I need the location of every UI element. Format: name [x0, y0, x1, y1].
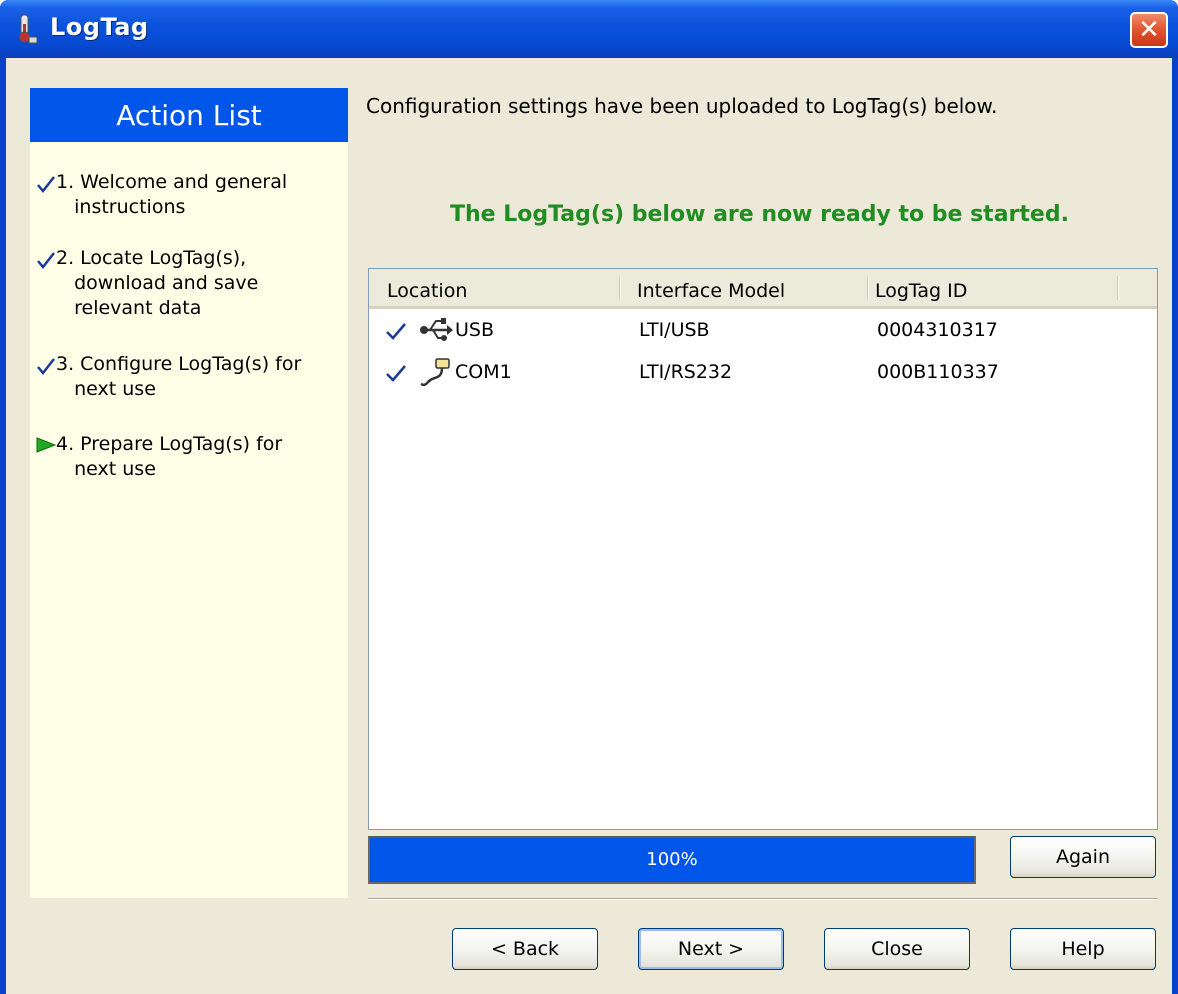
step-label: 1. Welcome and general instructions — [56, 171, 288, 218]
column-header-location[interactable]: Location — [387, 269, 467, 306]
interface-cell: LTI/USB — [639, 319, 710, 341]
help-button[interactable]: Help — [1010, 928, 1156, 970]
action-list-panel: Action List 1. Welcome and general instr… — [30, 88, 348, 898]
logtag-id-cell: 0004310317 — [877, 319, 998, 341]
column-header-logtag-id[interactable]: LogTag ID — [875, 269, 967, 306]
column-header-interface-model[interactable]: Interface Model — [637, 269, 785, 306]
close-icon: ✕ — [1138, 15, 1160, 45]
logtag-list[interactable]: Location Interface Model LogTag ID USB L… — [368, 268, 1158, 830]
back-button[interactable]: < Back — [452, 928, 598, 970]
list-header: Location Interface Model LogTag ID — [369, 269, 1157, 309]
checkmark-icon — [37, 176, 55, 193]
table-row[interactable]: USB LTI/USB 0004310317 — [369, 309, 1157, 351]
step-label: 4. Prepare LogTag(s) for next use — [56, 433, 283, 480]
usb-icon — [420, 318, 453, 341]
close-window-button[interactable]: ✕ — [1130, 12, 1168, 48]
checkmark-icon — [386, 323, 406, 340]
logtag-app-icon — [19, 14, 38, 44]
next-button[interactable]: Next > — [638, 928, 784, 970]
action-list-header: Action List — [30, 88, 348, 142]
checkmark-icon — [386, 365, 406, 382]
again-button[interactable]: Again — [1010, 836, 1156, 878]
current-step-arrow-icon — [36, 437, 56, 453]
button-divider — [368, 898, 1158, 900]
checkmark-icon — [37, 358, 55, 375]
checkmark-icon — [37, 252, 55, 269]
location-cell: USB — [455, 319, 495, 341]
table-row[interactable]: COM1 LTI/RS232 000B110337 — [369, 351, 1157, 393]
window-title: LogTag — [50, 13, 149, 41]
step-label: 3. Configure LogTag(s) for next use — [56, 353, 302, 400]
logtag-id-cell: 000B110337 — [877, 361, 999, 383]
progress-label: 100% — [646, 849, 698, 870]
title-bar[interactable]: LogTag ✕ — [0, 0, 1178, 58]
progress-bar: 100% — [368, 836, 976, 884]
interface-cell: LTI/RS232 — [639, 361, 733, 383]
ready-message: The LogTag(s) below are now ready to be … — [450, 202, 1069, 227]
serial-port-icon — [420, 358, 450, 387]
location-cell: COM1 — [455, 361, 512, 383]
close-button[interactable]: Close — [824, 928, 970, 970]
step-label: 2. Locate LogTag(s), download and save r… — [56, 247, 259, 319]
wizard-client-area: Action List 1. Welcome and general instr… — [6, 58, 1172, 994]
status-message: Configuration settings have been uploade… — [366, 94, 998, 118]
column-divider[interactable] — [1117, 276, 1119, 300]
column-divider[interactable] — [867, 276, 869, 300]
logtag-window: LogTag ✕ Action List 1. Welcome and gene… — [0, 0, 1178, 994]
column-divider[interactable] — [619, 276, 621, 300]
